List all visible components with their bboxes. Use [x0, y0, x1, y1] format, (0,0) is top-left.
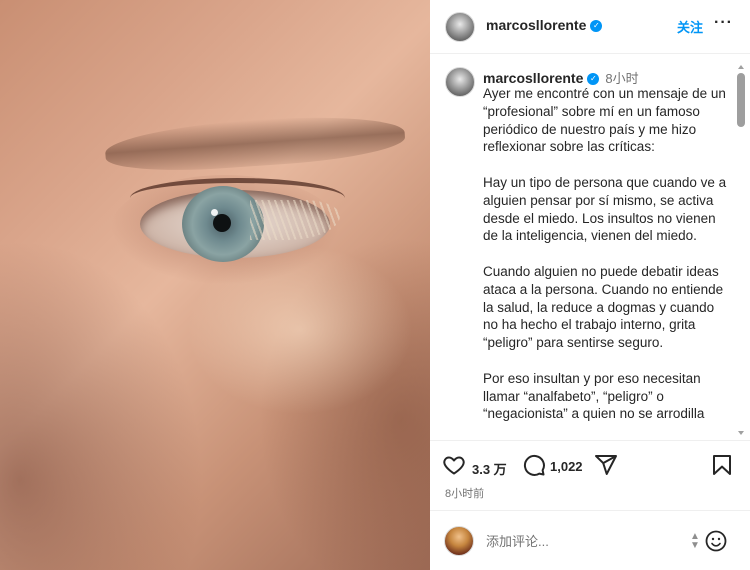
scroll-down-icon[interactable]: [738, 431, 744, 435]
caption-section[interactable]: marcosllorente ✓ 8小时 Ayer me encontré con …: [430, 55, 750, 440]
author-username-text[interactable]: marcosllorente: [486, 17, 586, 33]
verified-badge-icon: ✓: [587, 73, 600, 86]
post-actions: 3.3 万 1,022 8小时前: [430, 440, 750, 510]
author-avatar[interactable]: [445, 12, 475, 42]
caption-avatar[interactable]: [445, 67, 475, 97]
scroll-up-icon[interactable]: [738, 65, 744, 69]
caption-paragraph: Cuando alguien no puede debatir ideas at…: [483, 263, 724, 351]
image-highlight: [0, 0, 430, 570]
caption-time: 8小时: [605, 71, 639, 86]
post-panel: marcosllorente ✓ 关注 ··· marcosllorente ✓ 8小…: [430, 0, 750, 570]
caption-paragraph: Hay un tipo de persona que cuando ve a a…: [483, 174, 727, 244]
caption-text: Ayer me encontré con un mensaje de un “p…: [483, 85, 728, 440]
comment-icon[interactable]: [522, 453, 548, 479]
bookmark-icon[interactable]: [710, 453, 736, 479]
heart-icon[interactable]: [442, 453, 468, 479]
author-username[interactable]: marcosllorente ✓: [486, 17, 603, 33]
scrollbar-thumb[interactable]: [737, 73, 745, 127]
verified-badge-icon: ✓: [590, 20, 603, 33]
resize-handle-icon[interactable]: ▲ ▼: [690, 532, 700, 551]
likes-count[interactable]: 3.3 万: [472, 459, 507, 478]
comment-bar: ▲▼: [430, 510, 750, 570]
comment-input[interactable]: [486, 531, 676, 551]
caption-paragraph: Por eso insultan y por eso necesitan lla…: [483, 370, 705, 422]
current-user-avatar: [444, 526, 474, 556]
post-timestamp[interactable]: 8小时前: [445, 485, 484, 501]
caption-username[interactable]: marcosllorente: [483, 70, 583, 86]
caption-paragraph: Ayer me encontré con un mensaje de un “p…: [483, 86, 726, 155]
caption-scrollbar[interactable]: [737, 65, 745, 435]
post-header: marcosllorente ✓ 关注 ···: [430, 0, 750, 54]
follow-button[interactable]: 关注: [677, 17, 703, 36]
more-options-icon[interactable]: ···: [714, 14, 733, 32]
comments-count[interactable]: 1,022: [550, 459, 583, 474]
action-row: 3.3 万 1,022: [442, 453, 742, 481]
share-icon[interactable]: [594, 453, 620, 479]
post-image[interactable]: [0, 0, 430, 570]
emoji-icon[interactable]: [704, 529, 728, 553]
